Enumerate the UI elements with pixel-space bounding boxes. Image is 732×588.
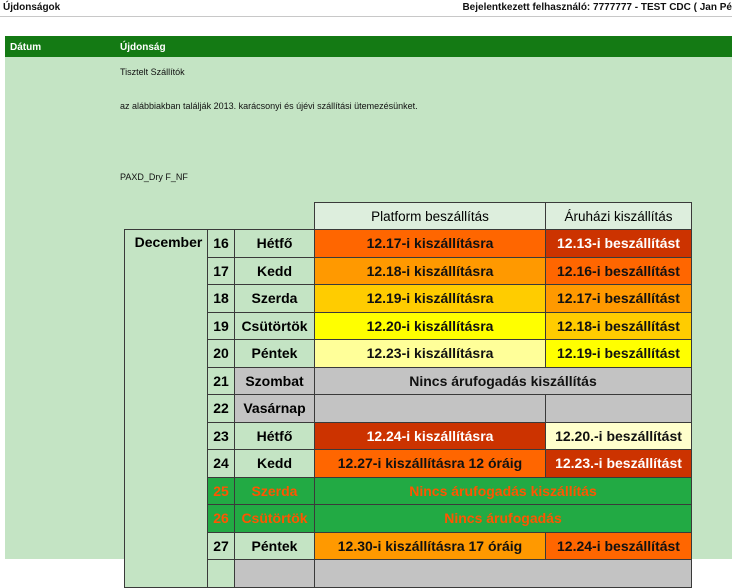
- day-number: 22: [207, 394, 235, 423]
- platform-delivery-cell: 12.20-i kiszállításra: [314, 311, 546, 340]
- schedule-table: Platform beszállítás Áruházi kiszállítás…: [124, 202, 692, 588]
- no-delivery-cell: Nincs árufogadás kiszállítás: [314, 366, 692, 395]
- schedule-row: 20 Péntek 12.23-i kiszállításra 12.19-i bes…: [125, 339, 692, 368]
- schedule-row: 21 Szombat Nincs árufogadás kiszállítás: [125, 366, 692, 395]
- schedule-row: 19 Csütörtök 12.20-i kiszállításra 12.18-i …: [125, 311, 692, 340]
- day-number: 24: [207, 449, 235, 478]
- platform-delivery-cell: 12.24-i kiszállításra: [314, 421, 546, 450]
- schedule-header-row: Platform beszállítás Áruházi kiszállítás: [125, 202, 692, 230]
- weekday-name: Péntek: [234, 339, 315, 368]
- platform-delivery-cell: 12.17-i kiszállításra: [314, 229, 546, 258]
- weekday-name: Szerda: [234, 284, 315, 313]
- platform-delivery-cell: 12.27-i kiszállításra 12 óráig: [314, 449, 546, 478]
- schedule-row: 17 Kedd 12.18-i kiszállításra 12.16-i beszá…: [125, 256, 692, 285]
- schedule-row: 24 Kedd 12.27-i kiszállításra 12 óráig 12.2…: [125, 449, 692, 478]
- day-number: 27: [207, 531, 235, 560]
- day-number: 17: [207, 256, 235, 285]
- schedule-row: 27 Péntek 12.30-i kiszállításra 17 óráig 12…: [125, 531, 692, 560]
- month-label: December: [124, 229, 208, 588]
- supplier-code: PAXD_Dry F_NF: [120, 172, 188, 182]
- platform-delivery-cell: 12.30-i kiszállításra 17 óráig: [314, 531, 546, 560]
- store-delivery-cell: 12.20.-i beszállítást: [545, 421, 692, 450]
- store-delivery-cell: 12.19-i beszállítást: [545, 339, 692, 368]
- store-delivery-cell: 12.16-i beszállítást: [545, 256, 692, 285]
- greeting-text: Tisztelt Szállítók: [120, 67, 185, 77]
- news-column-header: Újdonság: [120, 42, 166, 53]
- weekday-name: Kedd: [234, 449, 315, 478]
- schedule-row: [125, 559, 692, 588]
- weekday-name: Szerda: [234, 476, 315, 505]
- weekday-name: Vasárnap: [234, 394, 315, 423]
- platform-delivery-cell: 12.19-i kiszállításra: [314, 284, 546, 313]
- no-delivery-cell: Nincs árufogadás: [314, 504, 692, 533]
- weekday-name: Kedd: [234, 256, 315, 285]
- store-header: Áruházi kiszállítás: [545, 202, 692, 230]
- day-number: 25: [207, 476, 235, 505]
- platform-delivery-cell: [314, 394, 546, 423]
- schedule-cell: [207, 559, 235, 588]
- no-delivery-cell: Nincs árufogadás kiszállítás: [314, 476, 692, 505]
- day-number: 21: [207, 366, 235, 395]
- schedule-row: 25 Szerda Nincs árufogadás kiszállítás: [125, 476, 692, 505]
- store-delivery-cell: [545, 394, 692, 423]
- weekday-name: Csütörtök: [234, 311, 315, 340]
- news-panel: Dátum Újdonság Tisztelt Szállítók az alá…: [5, 36, 732, 588]
- logged-in-user: Bejelentkezett felhasználó: 7777777 - TE…: [462, 2, 732, 13]
- intro-text: az alábbiakban találják 2013. karácsonyi…: [120, 101, 418, 111]
- schedule-row: 18 Szerda 12.19-i kiszállításra 12.17-i bes…: [125, 284, 692, 313]
- store-delivery-cell: 12.13-i beszállítást: [545, 229, 692, 258]
- platform-header: Platform beszállítás: [314, 202, 546, 230]
- day-number: 18: [207, 284, 235, 313]
- date-column-header: Dátum: [10, 42, 42, 53]
- schedule-cell: [314, 559, 692, 588]
- store-delivery-cell: 12.17-i beszállítást: [545, 284, 692, 313]
- weekday-name: Csütörtök: [234, 504, 315, 533]
- schedule-cell: [234, 559, 315, 588]
- platform-delivery-cell: 12.18-i kiszállításra: [314, 256, 546, 285]
- store-delivery-cell: 12.23.-i beszállítást: [545, 449, 692, 478]
- top-bar: Újdonságok Bejelentkezett felhasználó: 7…: [0, 0, 732, 17]
- schedule-row: 26 Csütörtök Nincs árufogadás: [125, 504, 692, 533]
- weekday-name: Szombat: [234, 366, 315, 395]
- weekday-name: Péntek: [234, 531, 315, 560]
- store-delivery-cell: 12.18-i beszállítást: [545, 311, 692, 340]
- page-title: Újdonságok: [3, 2, 61, 13]
- weekday-name: Hétfő: [234, 421, 315, 450]
- schedule-row: December 16 Hétfő 12.17-i kiszállításra 12.1…: [124, 229, 692, 588]
- day-number: 23: [207, 421, 235, 450]
- platform-delivery-cell: 12.23-i kiszállításra: [314, 339, 546, 368]
- store-delivery-cell: 12.24-i beszállítást: [545, 531, 692, 560]
- news-table-header: Dátum Újdonság: [5, 36, 732, 57]
- schedule-row: 23 Hétfő 12.24-i kiszállításra 12.20.-i bes…: [125, 421, 692, 450]
- weekday-name: Hétfő: [234, 229, 315, 258]
- day-number: 16: [207, 229, 235, 258]
- header-spacer: [125, 203, 315, 230]
- day-number: 26: [207, 504, 235, 533]
- schedule-row: 22 Vasárnap: [125, 394, 692, 423]
- day-number: 20: [207, 339, 235, 368]
- day-number: 19: [207, 311, 235, 340]
